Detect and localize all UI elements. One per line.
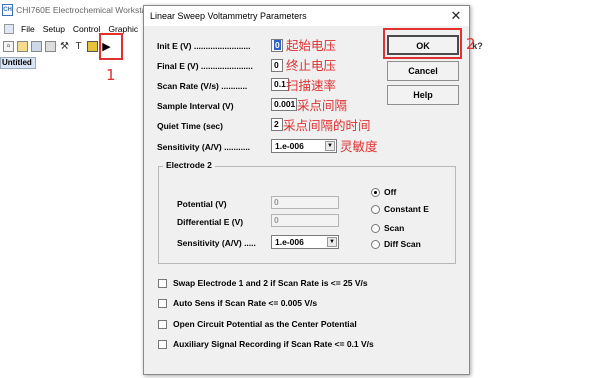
print-icon[interactable] xyxy=(45,40,56,52)
sensitivity-label: Sensitivity (A/V) ........... xyxy=(157,142,251,152)
cancel-button[interactable]: Cancel xyxy=(387,61,459,81)
e2-mode-scan-label: Scan xyxy=(384,223,405,233)
toolbar: ▫ ⚒ T ▶ xyxy=(0,37,160,55)
app-titlebar: CH CHI760E Electrochemical Workstation xyxy=(0,0,160,20)
electrode2-title: Electrode 2 xyxy=(163,160,215,170)
lsv-parameters-dialog: Linear Sweep Voltammetry Parameters ✕ In… xyxy=(143,5,470,375)
app-title: CHI760E Electrochemical Workstation xyxy=(16,5,160,15)
open-circuit-checkbox[interactable]: Open Circuit Potential as the Center Pot… xyxy=(158,319,357,329)
annotation-box-ok xyxy=(383,28,462,59)
sample-interval-label: Sample Interval (V) xyxy=(157,101,234,111)
scan-rate-note: 扫描速率 xyxy=(286,78,337,93)
annotation-marker-2: 2 xyxy=(466,35,476,53)
e2-potential-field[interactable]: 0 xyxy=(271,196,339,209)
e2-differential-label: Differential E (V) xyxy=(177,217,244,227)
annotation-box-parameters xyxy=(99,33,123,60)
checkbox-icon xyxy=(158,319,167,329)
sensitivity-note: 灵敏度 xyxy=(340,139,378,154)
final-e-field[interactable]: 0 xyxy=(271,59,283,72)
e2-differential-field[interactable]: 0 xyxy=(271,214,339,227)
sensitivity-value: 1.e-006 xyxy=(275,141,304,151)
auto-sens-label: Auto Sens if Scan Rate <= 0.005 V/s xyxy=(173,298,318,308)
sensitivity-select[interactable]: 1.e-006 ▼ xyxy=(271,139,337,153)
chevron-down-icon[interactable]: ▼ xyxy=(327,237,337,247)
quiet-time-note: 采点间隔的时间 xyxy=(283,118,371,133)
app-logo-icon: CH xyxy=(2,4,14,16)
e2-mode-off[interactable]: Off xyxy=(371,187,396,197)
scan-rate-label: Scan Rate (V/s) ........... xyxy=(157,81,248,91)
sample-interval-note: 采点间隔 xyxy=(297,98,348,113)
e2-mode-constant-e[interactable]: Constant E xyxy=(371,204,429,214)
swap-electrode-checkbox[interactable]: Swap Electrode 1 and 2 if Scan Rate is <… xyxy=(158,278,368,288)
annotation-marker-1: 1 xyxy=(106,66,116,84)
e2-sensitivity-label: Sensitivity (A/V) ..... xyxy=(177,238,256,248)
menu-file[interactable]: File xyxy=(17,24,39,34)
aux-signal-checkbox[interactable]: Auxiliary Signal Recording if Scan Rate … xyxy=(158,339,374,349)
e2-sensitivity-select[interactable]: 1.e-006 ▼ xyxy=(271,235,339,249)
final-e-label: Final E (V) ...................... xyxy=(157,61,253,71)
open-icon[interactable] xyxy=(17,40,28,52)
help-button[interactable]: Help xyxy=(387,85,459,105)
radio-icon xyxy=(371,239,380,249)
radio-icon xyxy=(371,223,380,233)
aux-signal-label: Auxiliary Signal Recording if Scan Rate … xyxy=(173,339,374,349)
document-menu-icon[interactable] xyxy=(4,24,14,34)
sample-interval-field[interactable]: 0.001 xyxy=(271,98,297,111)
e2-mode-diff-scan-label: Diff Scan xyxy=(384,239,421,249)
e2-mode-constant-e-label: Constant E xyxy=(384,204,429,214)
dialog-titlebar: Linear Sweep Voltammetry Parameters ✕ xyxy=(144,6,469,26)
parameters-icon[interactable] xyxy=(87,40,98,52)
checkbox-icon xyxy=(158,298,167,308)
quiet-time-label: Quiet Time (sec) xyxy=(157,121,223,131)
dialog-title: Linear Sweep Voltammetry Parameters xyxy=(150,11,307,21)
radio-icon xyxy=(371,204,380,214)
e2-mode-off-label: Off xyxy=(384,187,397,197)
open-circuit-label: Open Circuit Potential as the Center Pot… xyxy=(173,319,357,329)
e2-potential-label: Potential (V) xyxy=(177,199,227,209)
radio-selected-icon xyxy=(371,187,380,197)
quiet-time-field[interactable]: 2 xyxy=(271,118,283,131)
e2-mode-diff-scan[interactable]: Diff Scan xyxy=(371,239,421,249)
init-e-label: Init E (V) ........................ xyxy=(157,41,251,51)
menu-setup[interactable]: Setup xyxy=(39,24,69,34)
checkbox-icon xyxy=(158,339,167,349)
text-icon[interactable]: T xyxy=(73,41,84,52)
document-tab[interactable]: Untitled xyxy=(0,57,36,69)
swap-electrode-label: Swap Electrode 1 and 2 if Scan Rate is <… xyxy=(173,278,368,288)
technique-icon[interactable]: ⚒ xyxy=(59,41,70,52)
e2-mode-scan[interactable]: Scan xyxy=(371,223,404,233)
new-icon[interactable]: ▫ xyxy=(3,40,14,52)
init-e-field[interactable]: 0 xyxy=(271,39,283,52)
e2-sensitivity-value: 1.e-006 xyxy=(275,237,304,247)
electrode2-group: Electrode 2 Potential (V) 0 Differential… xyxy=(158,160,456,264)
init-e-note: 起始电压 xyxy=(286,38,337,53)
checkbox-icon xyxy=(158,278,167,288)
final-e-note: 终止电压 xyxy=(286,58,337,73)
auto-sens-checkbox[interactable]: Auto Sens if Scan Rate <= 0.005 V/s xyxy=(158,298,317,308)
chevron-down-icon[interactable]: ▼ xyxy=(325,141,335,151)
init-e-value: 0 xyxy=(274,40,281,50)
close-icon[interactable]: ✕ xyxy=(449,9,463,23)
save-icon[interactable] xyxy=(31,40,42,52)
